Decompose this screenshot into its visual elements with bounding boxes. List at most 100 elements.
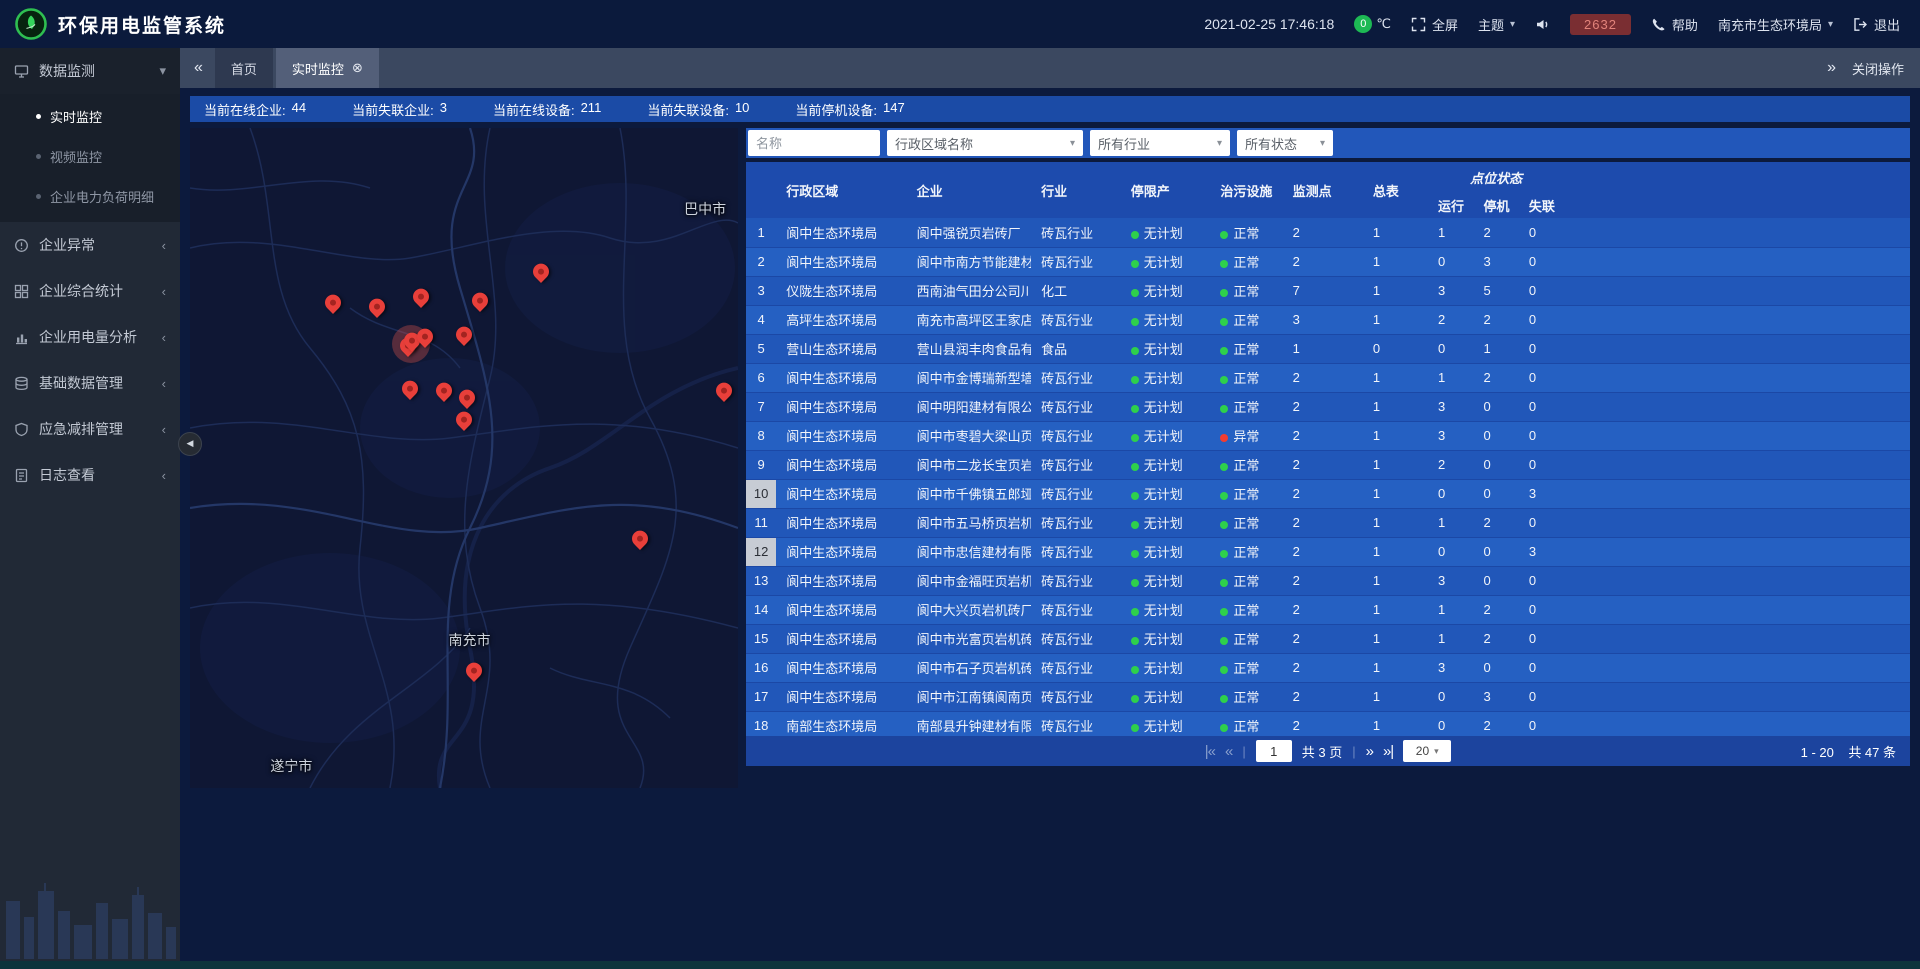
page-number-input[interactable] <box>1256 740 1292 762</box>
cell-facility-status: 正常 <box>1210 508 1282 537</box>
table-row[interactable]: 5营山生态环境局营山县润丰肉食品有限食品无计划正常10010 <box>746 334 1910 363</box>
pager-divider: | <box>1242 744 1245 759</box>
map-pin[interactable] <box>472 293 488 309</box>
table-row[interactable]: 6阆中生态环境局阆中市金博瑞新型墙材砖瓦行业无计划正常21120 <box>746 363 1910 392</box>
cell-stop-count: 2 <box>1473 595 1518 624</box>
table-row[interactable]: 12阆中生态环境局阆中市忠信建材有限公砖瓦行业无计划正常21003 <box>746 537 1910 566</box>
cell-run-count: 1 <box>1428 508 1473 537</box>
map-pin[interactable] <box>436 383 452 399</box>
cell-facility-status: 正常 <box>1210 305 1282 334</box>
map-pin[interactable] <box>632 530 648 546</box>
map-pin[interactable] <box>456 326 472 342</box>
map-pin[interactable] <box>716 383 732 399</box>
table-row[interactable]: 13阆中生态环境局阆中市金福旺页岩机砖砖瓦行业无计划正常21300 <box>746 566 1910 595</box>
sidebar-item-data-monitoring[interactable]: 数据监测 ▾ <box>0 48 180 94</box>
org-dropdown[interactable]: 南充市生态环境局 ▾ <box>1718 15 1833 34</box>
prev-page-button[interactable]: « <box>1225 744 1232 759</box>
table-row[interactable]: 2阆中生态环境局阆中市南方节能建材有砖瓦行业无计划正常21030 <box>746 247 1910 276</box>
status-select[interactable]: 所有状态 ▾ <box>1237 130 1333 156</box>
cell-index: 12 <box>746 537 776 566</box>
name-search-input[interactable] <box>748 130 880 156</box>
cell-industry: 砖瓦行业 <box>1031 682 1121 711</box>
sidebar-item-base-data[interactable]: 基础数据管理 ‹ <box>0 360 180 406</box>
table-row[interactable]: 11阆中生态环境局阆中市五马桥页岩机砖砖瓦行业无计划正常21120 <box>746 508 1910 537</box>
map-pin[interactable] <box>466 662 482 678</box>
page-size-select[interactable]: 20 ▾ <box>1403 740 1451 762</box>
sidebar-item-company-anomaly[interactable]: 企业异常 ‹ <box>0 222 180 268</box>
tab-home[interactable]: 首页 <box>215 48 273 88</box>
sidebar-item-realtime-monitoring[interactable]: 实时监控 <box>0 96 180 136</box>
region-select[interactable]: 行政区域名称 ▾ <box>887 130 1083 156</box>
alarm-count-badge[interactable]: 2632 <box>1570 14 1631 35</box>
table-row[interactable]: 15阆中生态环境局阆中市光富页岩机砖厂砖瓦行业无计划正常21120 <box>746 624 1910 653</box>
tab-realtime-monitoring[interactable]: 实时监控 ⊗ <box>276 48 379 88</box>
cell-limit-status: 无计划 <box>1121 624 1211 653</box>
col-header-index <box>746 162 776 218</box>
cell-index: 1 <box>746 218 776 247</box>
tab-close-icon[interactable]: ⊗ <box>352 60 363 76</box>
map-pin[interactable] <box>456 412 472 428</box>
cell-meter-count: 1 <box>1363 421 1428 450</box>
sidebar-item-log-view[interactable]: 日志查看 ‹ <box>0 452 180 498</box>
theme-dropdown[interactable]: 主题 ▾ <box>1478 15 1515 34</box>
sidebar-item-emergency-reduction[interactable]: 应急减排管理 ‹ <box>0 406 180 452</box>
chevron-collapsed-icon: ‹ <box>162 284 166 299</box>
tabs-scroll-left-icon[interactable]: « <box>194 60 203 76</box>
table-row[interactable]: 4高坪生态环境局南充市高坪区王家店建砖瓦行业无计划正常31220 <box>746 305 1910 334</box>
sidebar-item-power-analysis[interactable]: 企业用电量分析 ‹ <box>0 314 180 360</box>
table-row[interactable]: 3仪陇生态环境局西南油气田分公司川中化工无计划正常71350 <box>746 276 1910 305</box>
industry-select[interactable]: 所有行业 ▾ <box>1090 130 1230 156</box>
cell-index: 11 <box>746 508 776 537</box>
table-row[interactable]: 14阆中生态环境局阆中大兴页岩机砖厂砖瓦行业无计划正常21120 <box>746 595 1910 624</box>
next-page-button[interactable]: » <box>1366 744 1373 759</box>
map-pin[interactable] <box>417 328 433 344</box>
collapse-left-icon: ◀ <box>187 438 194 449</box>
table-row[interactable]: 10阆中生态环境局阆中市千佛镇五郎垭页岩砖瓦行业无计划正常21003 <box>746 479 1910 508</box>
first-page-button[interactable]: |« <box>1205 744 1215 759</box>
close-operations-button[interactable]: 关闭操作 <box>1852 59 1904 78</box>
map-pin[interactable] <box>325 295 341 311</box>
cell-stop-count: 2 <box>1473 218 1518 247</box>
cell-limit-status: 无计划 <box>1121 363 1211 392</box>
status-dot-green <box>1220 376 1228 384</box>
map-pin[interactable] <box>369 299 385 315</box>
company-table-body: 1阆中生态环境局阆中强锐页岩砖厂砖瓦行业无计划正常211202阆中生态环境局阆中… <box>746 218 1910 736</box>
speaker-icon[interactable] <box>1535 17 1550 32</box>
fullscreen-button[interactable]: 全屏 <box>1411 15 1458 34</box>
cell-monitor-count: 2 <box>1283 653 1363 682</box>
logout-button[interactable]: 退出 <box>1853 15 1900 34</box>
cell-region: 阆中生态环境局 <box>776 624 906 653</box>
cell-lost-count: 0 <box>1519 392 1564 421</box>
map-viewport[interactable]: 巴中市南充市遂宁市 <box>190 128 738 788</box>
map-pin[interactable] <box>413 289 429 305</box>
sidebar-item-company-statistics[interactable]: 企业综合统计 ‹ <box>0 268 180 314</box>
tabs-scroll-right-icon[interactable]: » <box>1827 60 1836 76</box>
cell-meter-count: 1 <box>1363 682 1428 711</box>
cell-stop-count: 2 <box>1473 508 1518 537</box>
cell-filler <box>1564 305 1910 334</box>
cell-facility-status: 正常 <box>1210 566 1282 595</box>
map-collapse-handle[interactable]: ◀ <box>178 432 202 456</box>
table-row[interactable]: 7阆中生态环境局阆中明阳建材有限公司砖瓦行业无计划正常21300 <box>746 392 1910 421</box>
table-row[interactable]: 17阆中生态环境局阆中市江南镇阆南页岩砖瓦行业无计划正常21030 <box>746 682 1910 711</box>
cell-filler <box>1564 508 1910 537</box>
cell-index: 15 <box>746 624 776 653</box>
cell-filler <box>1564 218 1910 247</box>
table-row[interactable]: 1阆中生态环境局阆中强锐页岩砖厂砖瓦行业无计划正常21120 <box>746 218 1910 247</box>
map-pin[interactable] <box>459 390 475 406</box>
table-row[interactable]: 8阆中生态环境局阆中市枣碧大梁山页岩砖瓦行业无计划异常21300 <box>746 421 1910 450</box>
sidebar-item-power-load-detail[interactable]: 企业电力负荷明细 <box>0 176 180 216</box>
table-row[interactable]: 16阆中生态环境局阆中市石子页岩机砖厂砖瓦行业无计划正常21300 <box>746 653 1910 682</box>
help-button[interactable]: 帮助 <box>1651 15 1698 34</box>
cell-region: 南部生态环境局 <box>776 711 906 736</box>
table-row[interactable]: 18南部生态环境局南部县升钟建材有限公砖瓦行业无计划正常21020 <box>746 711 1910 736</box>
map-pin[interactable] <box>533 264 549 280</box>
col-header-point-status: 点位状态 <box>1428 162 1564 192</box>
table-row[interactable]: 9阆中生态环境局阆中市二龙长宝页岩砖砖瓦行业无计划正常21200 <box>746 450 1910 479</box>
sidebar-item-video-monitoring[interactable]: 视频监控 <box>0 136 180 176</box>
cell-limit-status: 无计划 <box>1121 392 1211 421</box>
cell-lost-count: 3 <box>1519 479 1564 508</box>
cell-facility-status: 正常 <box>1210 479 1282 508</box>
last-page-button[interactable]: »| <box>1383 744 1393 759</box>
map-pin[interactable] <box>402 381 418 397</box>
